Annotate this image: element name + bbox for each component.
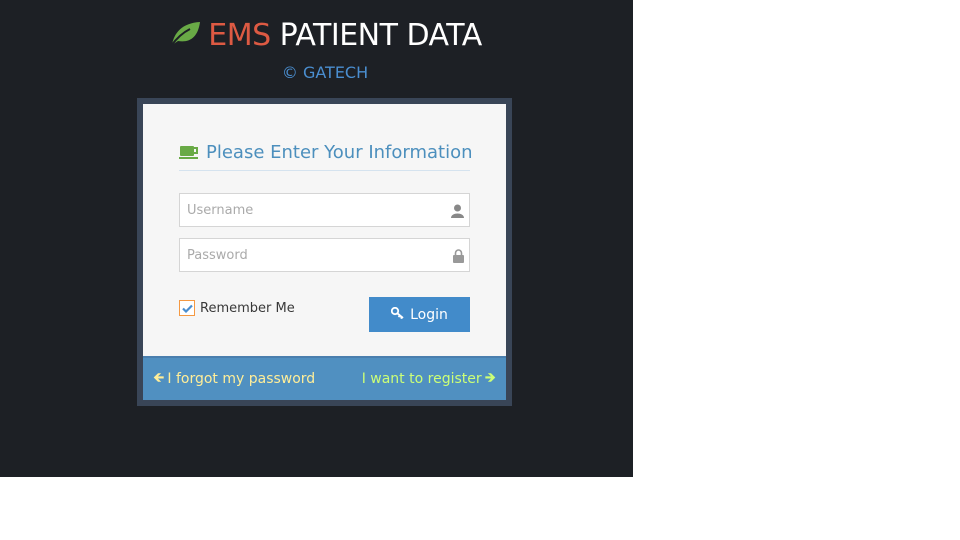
register-link[interactable]: I want to register 🡺 (362, 367, 496, 391)
leaf-icon (168, 19, 202, 55)
arrow-left-icon: 🡸 (153, 370, 165, 386)
username-input[interactable] (180, 194, 469, 226)
login-form: Please Enter Your Information Remember M… (143, 104, 506, 356)
remember-checkbox[interactable] (179, 300, 195, 316)
coffee-icon (179, 142, 206, 163)
login-footer-toolbar: 🡸 I forgot my password I want to register… (143, 356, 506, 400)
login-button[interactable]: Login (369, 297, 470, 332)
copyright-subtitle: © GATECH (281, 63, 369, 82)
arrow-right-icon: 🡺 (484, 370, 496, 386)
forgot-password-link[interactable]: 🡸 I forgot my password (153, 367, 315, 391)
password-input[interactable] (180, 239, 469, 271)
form-heading: Please Enter Your Information (179, 142, 473, 171)
remember-me[interactable]: Remember Me (179, 300, 295, 316)
lock-icon (453, 248, 464, 267)
login-box: Please Enter Your Information Remember M… (137, 98, 512, 406)
user-icon (451, 203, 464, 222)
key-icon (391, 306, 404, 323)
password-field[interactable] (179, 238, 470, 272)
app-title: EMS PATIENT DATA (0, 18, 650, 55)
username-field[interactable] (179, 193, 470, 227)
